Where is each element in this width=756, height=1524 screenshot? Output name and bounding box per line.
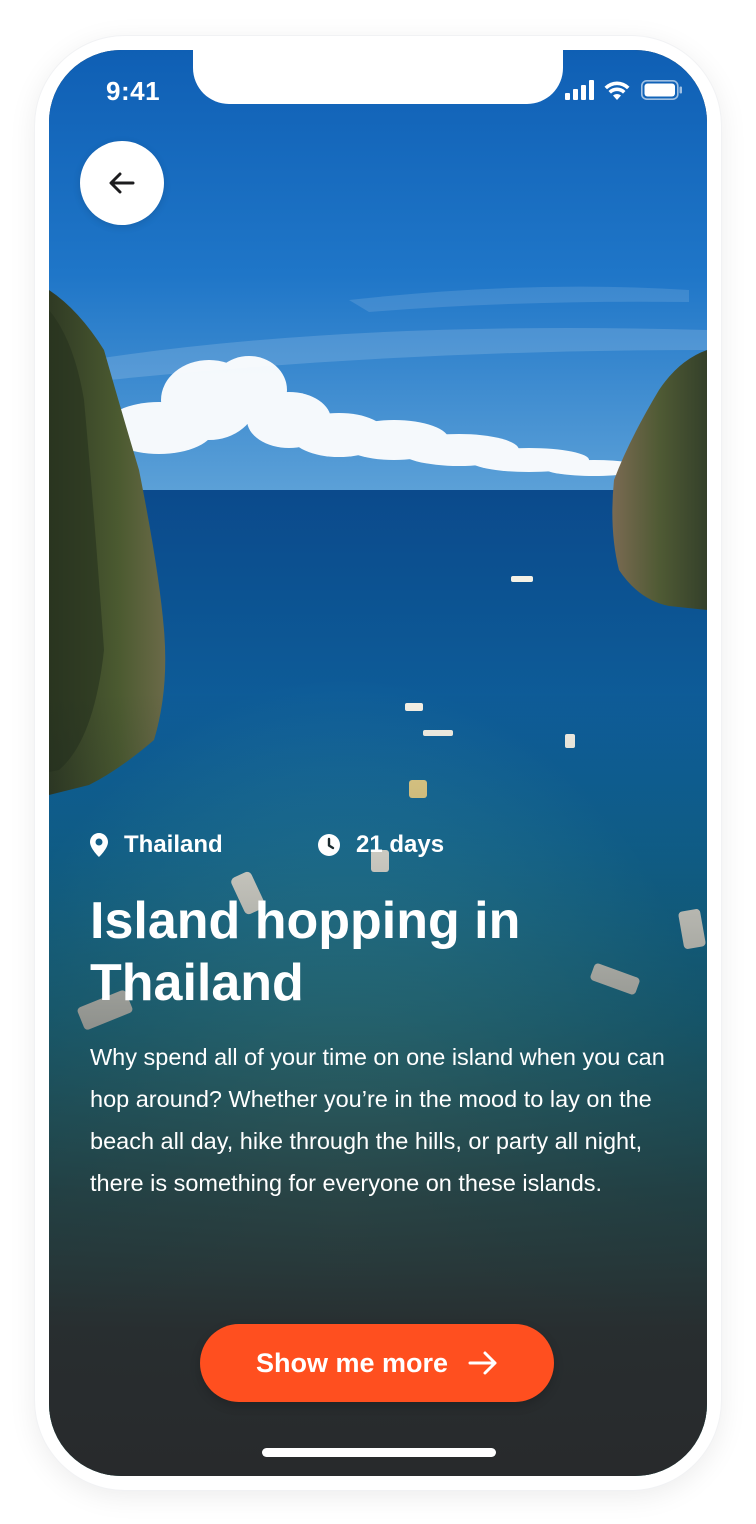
trip-title: Island hopping in Thailand [90,892,521,1012]
trip-duration: 21 days [318,828,444,862]
back-button[interactable] [80,141,164,225]
signal-icon [565,80,594,100]
map-pin-icon [90,833,108,857]
app-screen [49,50,707,1476]
clock-icon [318,834,340,856]
arrow-right-icon [468,1350,498,1376]
trip-location: Thailand [90,828,223,862]
trip-description: Why spend all of your time on one island… [90,1044,665,1196]
gradient-overlay [49,50,707,1476]
battery-icon [641,80,682,100]
status-icons [563,78,683,102]
show-more-button[interactable]: Show me more [200,1324,554,1402]
wifi-icon [604,81,630,100]
device-notch [193,48,563,104]
home-indicator[interactable] [262,1448,496,1457]
arrow-left-icon [109,172,135,194]
show-more-label: Show me more [255,1347,449,1378]
status-time: 9:41 [106,76,161,106]
trip-duration-label: 21 days [356,831,445,858]
trip-location-label: Thailand [124,831,223,858]
